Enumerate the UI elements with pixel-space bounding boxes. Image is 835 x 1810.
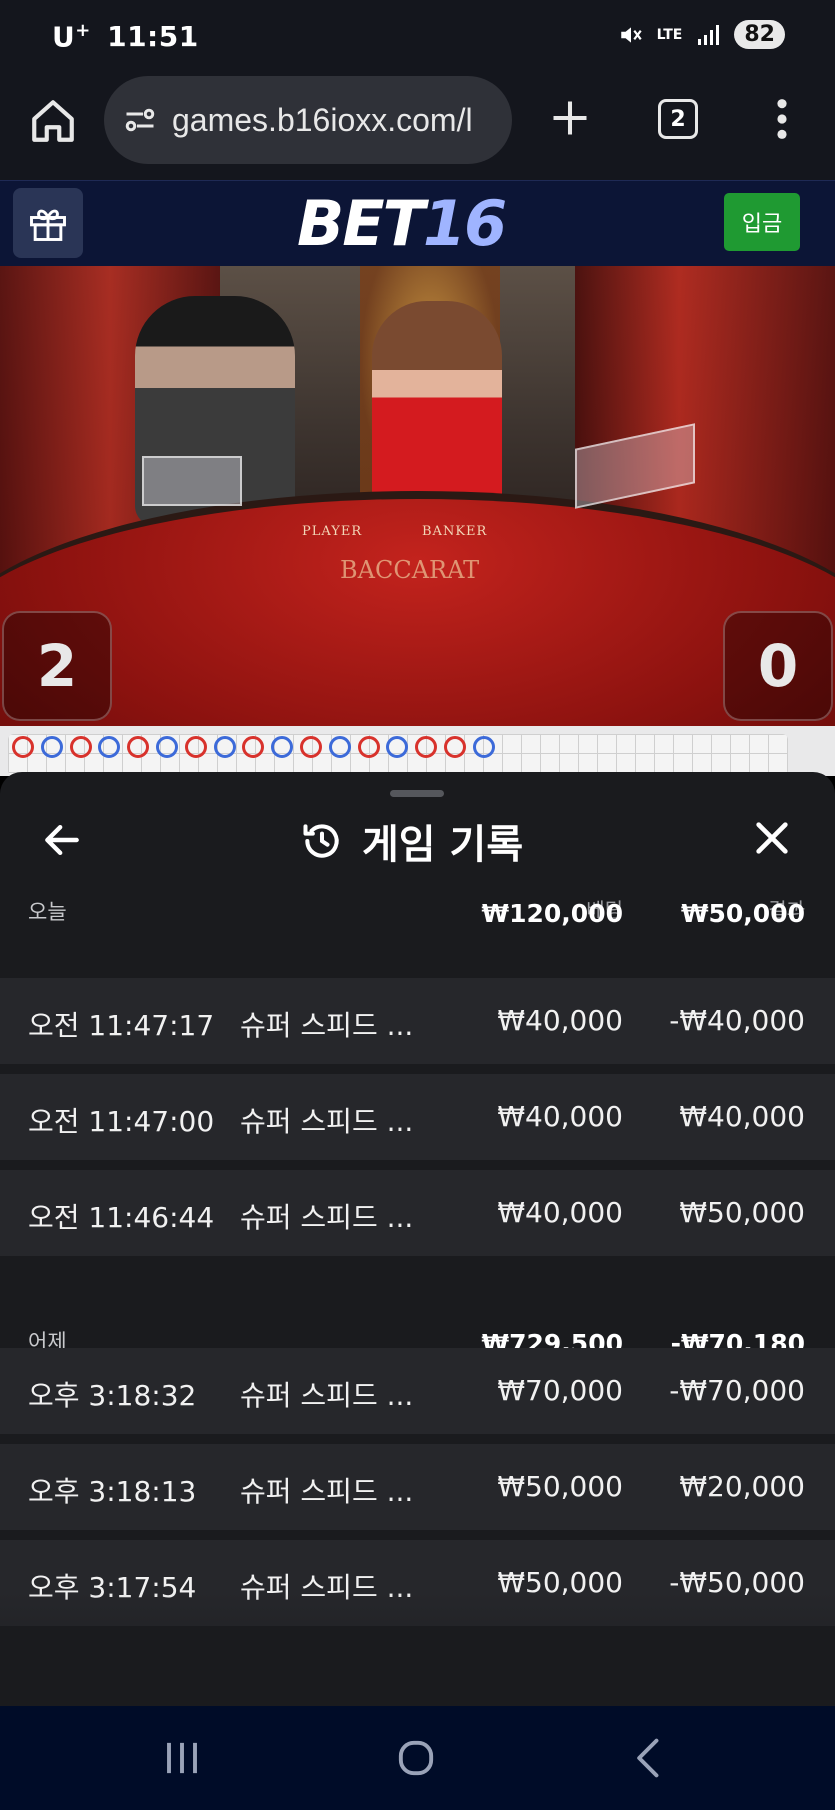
plus-icon — [553, 101, 587, 135]
network-type: LTE — [656, 26, 683, 43]
game-history-sheet: 게임 기록 베팅 결과 오늘 ₩120,000 ₩50,000 오전 11:47… — [0, 772, 835, 1706]
logo-number: 16 — [422, 187, 507, 260]
road-bead — [156, 736, 178, 758]
row-bet: ₩70,000 — [497, 1374, 623, 1407]
new-tab-button[interactable] — [548, 96, 592, 140]
row-game: 슈퍼 스피드 ... — [240, 1105, 414, 1138]
banker-area-label: BANKER — [422, 524, 488, 539]
player-score: 2 — [2, 611, 112, 721]
group-total-result: ₩50,000 — [680, 899, 805, 928]
history-row[interactable]: 오전 11:47:00 슈퍼 스피드 ... ₩40,000 ₩40,000 — [0, 1074, 835, 1160]
status-right: LTE 82 — [617, 20, 785, 49]
road-bead — [357, 736, 380, 758]
group-label: 오늘 — [28, 900, 67, 924]
row-game: 슈퍼 스피드 ... — [240, 1475, 414, 1508]
history-row[interactable]: 오전 11:47:17 슈퍼 스피드 ... ₩40,000 -₩40,000 — [0, 978, 835, 1064]
row-time: 오전 11:46:44 — [28, 1201, 215, 1234]
history-row[interactable]: 오전 11:46:44 슈퍼 스피드 ... ₩40,000 ₩50,000 — [0, 1170, 835, 1256]
row-result: ₩50,000 — [679, 1196, 805, 1229]
history-row[interactable]: 오후 3:18:32 슈퍼 스피드 ... ₩70,000 -₩70,000 — [0, 1348, 835, 1434]
list-fade — [0, 1592, 835, 1706]
mute-icon — [617, 21, 645, 49]
row-time: 오후 3:18:13 — [28, 1475, 197, 1508]
row-time: 오전 11:47:00 — [28, 1105, 215, 1138]
bead-road[interactable] — [0, 726, 835, 776]
row-time: 오후 3:18:32 — [28, 1379, 197, 1412]
road-bead — [444, 736, 466, 758]
home-button[interactable] — [28, 96, 78, 146]
arrow-left-icon — [45, 824, 79, 856]
carrier-sup: + — [75, 20, 91, 41]
road-bead — [213, 736, 236, 758]
home-nav-button[interactable] — [390, 1732, 442, 1784]
gift-button[interactable] — [13, 188, 83, 258]
live-video[interactable]: PLAYER BANKER BACCARAT 2 0 — [0, 266, 835, 726]
carrier-label: U — [52, 20, 76, 54]
road-bead — [40, 736, 63, 758]
browser-toolbar: games.b16ioxx.com/l 2 — [0, 70, 835, 180]
road-bead — [300, 736, 322, 758]
row-bet: ₩40,000 — [497, 1196, 623, 1229]
gift-icon — [30, 209, 66, 241]
clock: 11:51 — [107, 20, 199, 54]
player-area-label: PLAYER — [302, 524, 363, 539]
row-result: ₩20,000 — [679, 1470, 805, 1503]
more-vert-icon — [777, 99, 787, 139]
home-circle-icon — [398, 1740, 434, 1776]
road-bead — [69, 736, 92, 758]
status-left: U+ 11:51 — [52, 20, 199, 53]
home-icon — [32, 100, 74, 142]
row-result: -₩40,000 — [669, 1004, 805, 1037]
banker-score: 0 — [723, 611, 833, 721]
recents-button[interactable] — [156, 1732, 208, 1784]
row-bet: ₩40,000 — [497, 1004, 623, 1037]
logo-bet: BET — [297, 187, 425, 260]
group-header-today: 오늘 ₩120,000 ₩50,000 — [0, 862, 835, 938]
signal-icon — [694, 21, 722, 49]
deposit-button[interactable]: 입금 — [724, 193, 800, 251]
close-button[interactable] — [752, 818, 792, 858]
system-nav-bar — [0, 1706, 835, 1810]
row-game: 슈퍼 스피드 ... — [240, 1009, 414, 1042]
row-game: 슈퍼 스피드 ... — [240, 1379, 414, 1412]
sheet-drag-handle[interactable] — [390, 790, 444, 797]
table-brand: BACCARAT — [340, 556, 480, 584]
back-button[interactable] — [40, 818, 84, 862]
back-nav-button[interactable] — [624, 1732, 676, 1784]
history-row[interactable]: 오후 3:18:13 슈퍼 스피드 ... ₩50,000 ₩20,000 — [0, 1444, 835, 1530]
site-logo[interactable]: BET16 — [297, 187, 507, 260]
tab-count: 2 — [670, 106, 686, 132]
road-bead — [12, 736, 34, 758]
address-bar[interactable]: games.b16ioxx.com/l — [104, 76, 512, 164]
card-shoe-left — [142, 456, 242, 506]
row-result: ₩40,000 — [679, 1100, 805, 1133]
site-header: BET16 입금 — [0, 180, 835, 266]
baccarat-table — [0, 491, 835, 726]
group-total-bet: ₩120,000 — [481, 899, 623, 928]
road-bead — [184, 736, 207, 758]
history-icon — [303, 824, 339, 858]
road-bead — [328, 736, 351, 758]
road-bead — [472, 736, 495, 758]
chevron-left-icon — [637, 1738, 659, 1778]
recents-icon — [167, 1742, 197, 1774]
row-game: 슈퍼 스피드 ... — [240, 1201, 414, 1234]
close-icon — [756, 822, 788, 854]
site-settings-icon[interactable] — [122, 102, 158, 138]
browser-menu-button[interactable] — [770, 96, 794, 142]
row-bet: ₩40,000 — [497, 1100, 623, 1133]
battery-indicator: 82 — [734, 20, 785, 49]
url-text[interactable]: games.b16ioxx.com/l — [172, 102, 473, 139]
row-result: -₩70,000 — [669, 1374, 805, 1407]
row-bet: ₩50,000 — [497, 1470, 623, 1503]
tab-switcher-button[interactable]: 2 — [658, 99, 698, 139]
status-bar: U+ 11:51 LTE 82 — [0, 0, 835, 70]
row-time: 오전 11:47:17 — [28, 1009, 215, 1042]
